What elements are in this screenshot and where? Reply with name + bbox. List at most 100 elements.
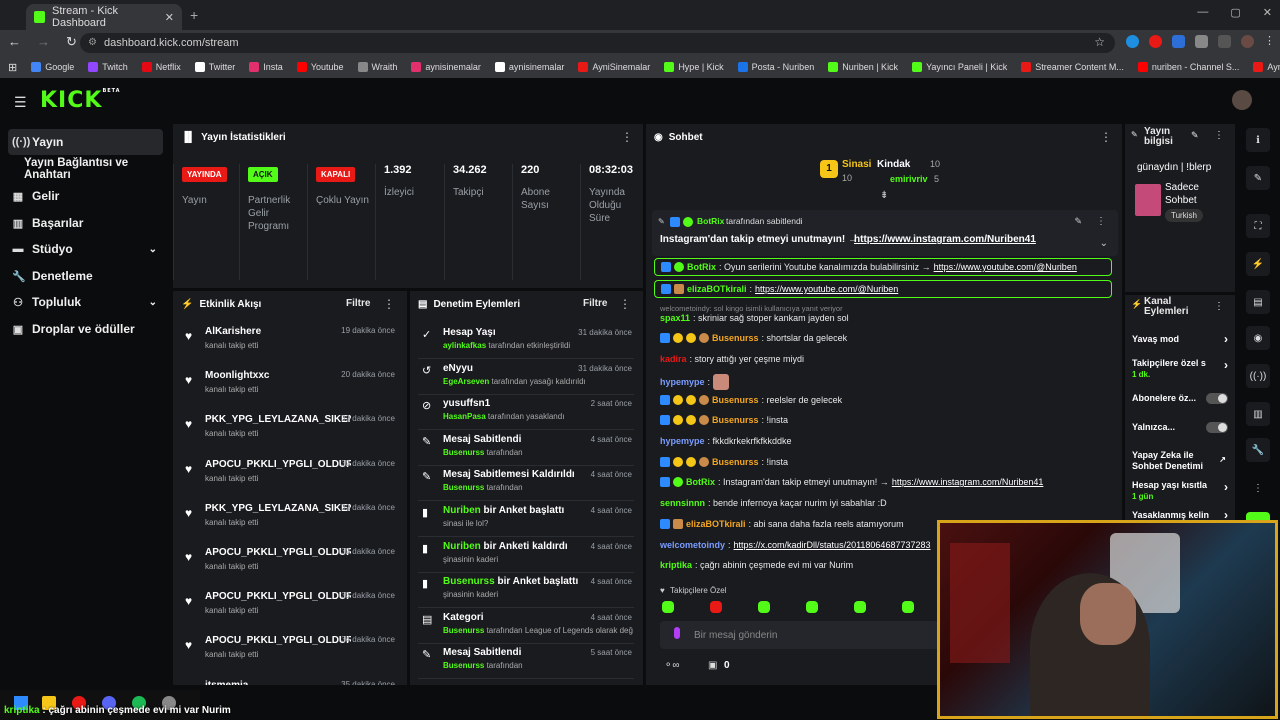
- chat-username[interactable]: kadira: [660, 354, 687, 364]
- forward-icon[interactable]: →: [37, 34, 50, 50]
- bookmark-item[interactable]: Yayıncı Paneli | Kick: [912, 62, 1007, 72]
- more-options-icon[interactable]: ⋮: [621, 130, 633, 144]
- toggle-switch[interactable]: [1206, 422, 1228, 433]
- category-thumbnail[interactable]: [1135, 184, 1161, 216]
- bookmark-item[interactable]: Aynı Sinemalar - Ça...: [1253, 62, 1280, 72]
- sidebar-item-droplar[interactable]: ▣ Droplar ve ödüller: [8, 316, 163, 342]
- channel-action-item[interactable]: Yapay Zeka ile Sohbet Denetimi ↗: [1132, 450, 1228, 472]
- mod-actor[interactable]: Busenurss: [443, 483, 484, 492]
- mod-actor[interactable]: Nuriben: [443, 541, 481, 552]
- mod-actor[interactable]: Busenurss: [443, 626, 484, 635]
- bookmark-item[interactable]: Twitter: [194, 62, 235, 72]
- follower-name[interactable]: PKK_YPG_LEYLAZANA_SIKEN: [205, 414, 351, 425]
- document-icon[interactable]: ▤: [1246, 290, 1270, 314]
- extension-icon[interactable]: [1172, 35, 1185, 48]
- mod-actor[interactable]: aylinkafkas: [443, 341, 486, 350]
- more-options-icon[interactable]: ⋮: [1096, 216, 1106, 227]
- follower-name[interactable]: APOCU_PKKLI_YPGLI_OLDUREN: [205, 591, 351, 602]
- chat-username[interactable]: Busenurss: [712, 395, 759, 405]
- more-icon[interactable]: ⋮: [1246, 476, 1270, 500]
- emote-icon[interactable]: [662, 601, 674, 613]
- bookmark-item[interactable]: AyniSinemalar: [578, 62, 650, 72]
- chat-link[interactable]: https://x.com/kadirDll/status/2011806468…: [734, 540, 931, 550]
- site-info-icon[interactable]: ⚙: [88, 37, 97, 48]
- follower-name[interactable]: APOCU_PKKLI_YPGLI_OLDUREN: [205, 547, 351, 558]
- info-icon[interactable]: ℹ: [1246, 128, 1270, 152]
- bolt-icon[interactable]: ⚡: [1246, 252, 1270, 276]
- close-window-icon[interactable]: ✕: [1263, 6, 1272, 19]
- stack-icon[interactable]: ▥: [1246, 402, 1270, 426]
- wrench-icon[interactable]: 🔧: [1246, 438, 1270, 462]
- chat-username[interactable]: spax11: [660, 313, 690, 323]
- channel-action-item[interactable]: Yavaş mod ›: [1132, 333, 1228, 345]
- url-bar[interactable]: ⚙ dashboard.kick.com/stream ☆: [80, 33, 1115, 53]
- follower-name[interactable]: APOCU_PKKLI_YPGLI_OLDUREN: [205, 635, 351, 646]
- emote-icon[interactable]: [806, 601, 818, 613]
- apps-icon[interactable]: ⊞: [8, 61, 17, 74]
- more-options-icon[interactable]: ⋮: [1100, 130, 1112, 144]
- chat-username[interactable]: kriptika: [660, 560, 692, 570]
- mod-actor[interactable]: Busenurss: [443, 661, 484, 670]
- edit-icon[interactable]: ✎: [1191, 130, 1199, 141]
- bookmark-item[interactable]: Nuriben | Kick: [828, 62, 898, 72]
- bookmark-item[interactable]: nuriben - Channel S...: [1137, 62, 1239, 72]
- pinned-link[interactable]: https://www.instagram.com/Nuriben41: [854, 234, 1036, 245]
- kick-logo[interactable]: KICKBETA: [40, 88, 121, 113]
- mod-actor[interactable]: Busenurss: [443, 576, 495, 587]
- maximize-icon[interactable]: ▢: [1230, 6, 1240, 19]
- bookmark-item[interactable]: Wraith: [357, 62, 397, 72]
- bookmark-item[interactable]: Twitch: [88, 62, 128, 72]
- menu-icon[interactable]: ⋮: [1264, 35, 1277, 48]
- chat-username[interactable]: elizaBOTkirali: [687, 284, 747, 294]
- sidebar-item-denetleme[interactable]: 🔧 Denetleme: [8, 263, 163, 289]
- follower-name[interactable]: APOCU_PKKLI_YPGLI_OLDUREN: [205, 459, 351, 470]
- fullscreen-icon[interactable]: ⛶: [1246, 214, 1270, 238]
- chat-link[interactable]: https://www.youtube.com/@Nuriben: [755, 284, 898, 294]
- bookmark-item[interactable]: Insta: [249, 62, 283, 72]
- bookmark-item[interactable]: Streamer Content M...: [1021, 62, 1124, 72]
- more-options-icon[interactable]: ⋮: [383, 297, 395, 311]
- chat-username[interactable]: BotRix: [687, 262, 716, 272]
- pinned-author[interactable]: BotRix: [697, 216, 724, 226]
- channel-action-item[interactable]: Hesap yaşı kısıtla 1 gün ›: [1132, 480, 1228, 502]
- sidebar-item-yayin[interactable]: ((·)) Yayın: [8, 129, 163, 155]
- more-options-icon[interactable]: ⋮: [1214, 301, 1224, 312]
- tab-close-icon[interactable]: ✕: [165, 11, 174, 24]
- bookmark-item[interactable]: Youtube: [296, 62, 344, 72]
- emote-icon[interactable]: [758, 601, 770, 613]
- gift-icon[interactable]: ▣: [708, 660, 717, 671]
- mod-actor[interactable]: Nuriben: [443, 505, 481, 516]
- category-name[interactable]: Sadece Sohbet: [1165, 181, 1223, 207]
- chat-link[interactable]: https://www.youtube.com/@Nuriben: [934, 262, 1077, 272]
- sidebar-item-studyo[interactable]: ▬ Stüdyo ⌄: [8, 236, 163, 262]
- bookmark-item[interactable]: Google: [31, 62, 74, 72]
- extension-icon[interactable]: [1126, 35, 1139, 48]
- channel-action-item[interactable]: Yalnızca...: [1132, 422, 1228, 433]
- chat-settings-icon[interactable]: ⚬∞: [664, 660, 680, 671]
- chat-link[interactable]: https://www.instagram.com/Nuriben41: [892, 477, 1044, 487]
- bookmark-star-icon[interactable]: ☆: [1094, 35, 1105, 49]
- sidebar-item-basarilar[interactable]: ▥ Başarılar: [8, 210, 163, 236]
- top-gifter-name[interactable]: Sinasi: [842, 159, 871, 170]
- sidebar-toggle-icon[interactable]: [1218, 35, 1231, 48]
- mod-actor[interactable]: EgeArseven: [443, 377, 489, 386]
- chat-username[interactable]: hypemype: [660, 377, 705, 387]
- sidebar-item-stream-key[interactable]: Yayın Bağlantısı ve Anahtarı: [20, 156, 170, 182]
- filter-button[interactable]: Filtre: [346, 298, 370, 309]
- minimize-icon[interactable]: —: [1197, 6, 1208, 19]
- follower-name[interactable]: Moonlightxxc: [205, 370, 351, 381]
- back-icon[interactable]: ←: [8, 34, 21, 50]
- chat-username[interactable]: BotRix: [686, 477, 715, 487]
- broadcast-icon[interactable]: ((·)): [1246, 364, 1270, 388]
- top-gifter-name[interactable]: Kindak: [877, 159, 910, 170]
- sidebar-item-gelir[interactable]: ▦ Gelir: [8, 183, 163, 209]
- bookmark-item[interactable]: aynisinemalar: [494, 62, 564, 72]
- microphone-icon[interactable]: [674, 627, 680, 639]
- puzzle-icon[interactable]: [1195, 35, 1208, 48]
- follower-name[interactable]: AlKarishere: [205, 326, 351, 337]
- hamburger-icon[interactable]: ☰: [14, 94, 27, 111]
- chat-username[interactable]: sennsinnn: [660, 498, 705, 508]
- reload-icon[interactable]: ↻: [66, 34, 77, 50]
- mod-actor[interactable]: Busenurss: [443, 448, 484, 457]
- browser-tab[interactable]: Stream - Kick Dashboard ✕: [26, 4, 182, 30]
